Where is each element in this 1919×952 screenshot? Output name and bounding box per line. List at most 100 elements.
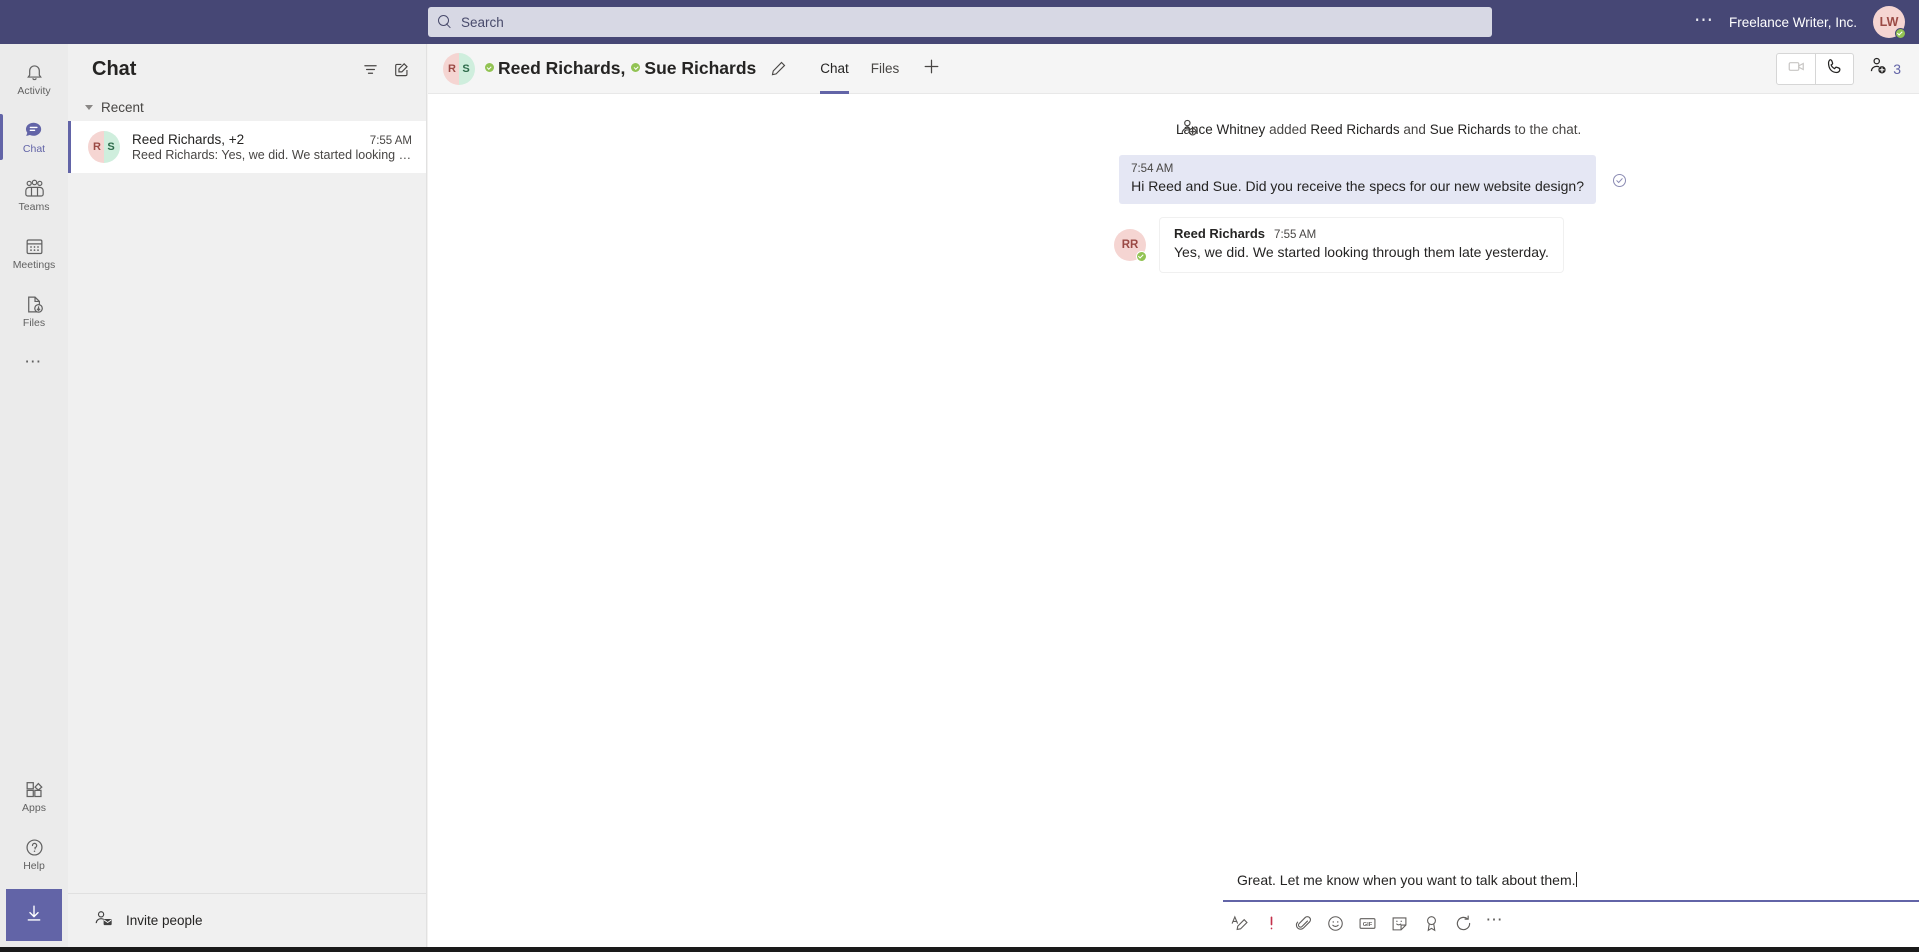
conversation-tabs: Chat Files (809, 44, 953, 94)
sidebar-item-label: Meetings (13, 260, 56, 271)
message-input[interactable]: Great. Let me know when you want to talk… (1223, 861, 1919, 891)
audio-call-button[interactable] (1815, 54, 1853, 84)
sidebar-item-meetings[interactable]: Meetings (0, 224, 68, 282)
compose-icon[interactable] (393, 61, 410, 78)
emoji-icon[interactable] (1319, 909, 1351, 937)
avatar: R S (443, 53, 475, 85)
message-author: Reed Richards (1174, 226, 1265, 241)
avatar-initials: LW (1880, 15, 1899, 29)
recent-section-header[interactable]: Recent (68, 94, 426, 121)
message-bubble[interactable]: Reed Richards 7:55 AM Yes, we did. We st… (1160, 218, 1563, 271)
sidebar-item-label: Files (23, 318, 45, 329)
gif-icon[interactable]: GIF (1351, 909, 1383, 937)
message-timestamp: 7:54 AM (1131, 163, 1584, 175)
add-tab-button[interactable] (910, 44, 953, 94)
add-people-button[interactable]: 3 (1868, 56, 1901, 81)
participant-name-1: Reed Richards, (498, 58, 625, 79)
app-top-bar: Search ⋯ Freelance Writer, Inc. LW (0, 0, 1919, 44)
sidebar-item-label: Apps (22, 803, 46, 814)
call-buttons-group (1776, 53, 1854, 85)
sidebar-item-label: Chat (23, 144, 45, 155)
svg-text:GIF: GIF (1362, 921, 1372, 927)
download-arrow-icon (23, 902, 45, 929)
avatar-initials: R (443, 53, 459, 85)
sidebar-item-teams[interactable]: Teams (0, 166, 68, 224)
message-text: Hi Reed and Sue. Did you receive the spe… (1131, 177, 1584, 195)
list-item-body: Reed Richards, +2 7:55 AM Reed Richards:… (132, 132, 412, 162)
list-item[interactable]: R S Reed Richards, +2 7:55 AM Reed Richa… (68, 121, 426, 173)
delivered-check-icon (1612, 173, 1627, 193)
avatar-initials: S (459, 53, 475, 85)
list-item-timestamp: 7:55 AM (362, 135, 412, 147)
compose-area: Great. Let me know when you want to talk… (1223, 861, 1919, 937)
message-incoming: RR Reed Richards 7:55 AM Yes, we did. We… (428, 210, 1919, 277)
system-target-1: Reed Richards (1310, 122, 1399, 137)
invite-people-button[interactable]: Invite people (68, 893, 426, 947)
attach-file-icon[interactable] (1287, 909, 1319, 937)
text-caret (1576, 872, 1577, 887)
chat-main-area: R S Reed Richards, Sue Richards Chat (428, 44, 1919, 947)
message-bubble[interactable]: 7:54 AM Hi Reed and Sue. Did you receive… (1119, 155, 1596, 204)
topbar-right-group: ⋯ Freelance Writer, Inc. LW (1680, 0, 1905, 44)
filter-icon[interactable] (362, 61, 379, 78)
praise-icon[interactable] (1415, 909, 1447, 937)
video-camera-icon (1787, 57, 1806, 81)
rail-more-apps-icon[interactable]: ⋯ (0, 340, 68, 384)
tab-chat[interactable]: Chat (809, 44, 860, 94)
message-meta: Reed Richards 7:55 AM (1174, 226, 1549, 241)
participant-count: 3 (1893, 61, 1901, 77)
system-conjunction: and (1400, 122, 1430, 137)
sidebar-item-label: Teams (19, 202, 50, 213)
page-title: Chat (92, 58, 136, 81)
search-input[interactable]: Search (428, 7, 1492, 37)
video-call-button[interactable] (1777, 54, 1815, 84)
avatar[interactable]: LW (1873, 6, 1905, 38)
rail-bottom-group: Apps Help (0, 767, 68, 947)
participant-name-2: Sue Richards (644, 58, 756, 79)
message-list: Lance Whitney added Reed Richards and Su… (428, 94, 1919, 278)
tab-files[interactable]: Files (860, 44, 911, 94)
chat-list-actions (362, 61, 410, 78)
organization-name[interactable]: Freelance Writer, Inc. (1729, 15, 1857, 30)
screen-bottom-edge (0, 947, 1919, 952)
message-input-value: Great. Let me know when you want to talk… (1237, 872, 1576, 888)
presence-available-icon (1895, 28, 1906, 39)
sticker-icon[interactable] (1383, 909, 1415, 937)
avatar-initials: R (88, 131, 104, 163)
chat-list-panel: Chat Recent R S Reed Richard (68, 44, 427, 947)
search-icon (438, 15, 452, 29)
loop-components-icon[interactable] (1447, 909, 1479, 937)
compose-toolbar: GIF (1223, 902, 1919, 937)
invite-people-label: Invite people (126, 913, 203, 928)
pencil-icon[interactable] (770, 60, 787, 77)
sidebar-item-label: Activity (17, 86, 50, 97)
plus-icon (922, 57, 941, 81)
sidebar-item-help[interactable]: Help (0, 825, 68, 883)
set-delivery-options-icon[interactable] (1255, 909, 1287, 937)
conversation-header: R S Reed Richards, Sue Richards Chat (428, 44, 1919, 94)
apps-grid-icon (24, 778, 45, 800)
question-circle-icon (24, 836, 45, 858)
people-icon (23, 177, 46, 199)
calendar-icon (24, 235, 45, 257)
list-item-top-row: Reed Richards, +2 7:55 AM (132, 132, 412, 147)
sidebar-item-apps[interactable]: Apps (0, 767, 68, 825)
format-text-icon[interactable] (1223, 909, 1255, 937)
download-desktop-app-button[interactable] (6, 889, 62, 941)
system-message: Lance Whitney added Reed Richards and Su… (428, 110, 1919, 149)
sidebar-item-activity[interactable]: Activity (0, 50, 68, 108)
sidebar-item-files[interactable]: Files (0, 282, 68, 340)
presence-available-icon (485, 63, 494, 72)
settings-and-more-icon[interactable]: ⋯ (1680, 5, 1729, 40)
tab-label: Files (871, 61, 900, 76)
add-person-icon (1868, 56, 1888, 81)
more-options-icon[interactable]: ⋯ (1479, 909, 1511, 937)
presence-available-icon (631, 63, 640, 72)
system-message-text: Lance Whitney added Reed Richards and Su… (1176, 122, 1581, 137)
message-timestamp: 7:55 AM (1274, 229, 1316, 241)
app-rail: Activity Chat Teams (0, 44, 68, 947)
avatar-initials: RR (1122, 239, 1139, 251)
avatar: RR (1114, 229, 1146, 261)
sidebar-item-chat[interactable]: Chat (0, 108, 68, 166)
system-suffix: to the chat. (1511, 122, 1582, 137)
